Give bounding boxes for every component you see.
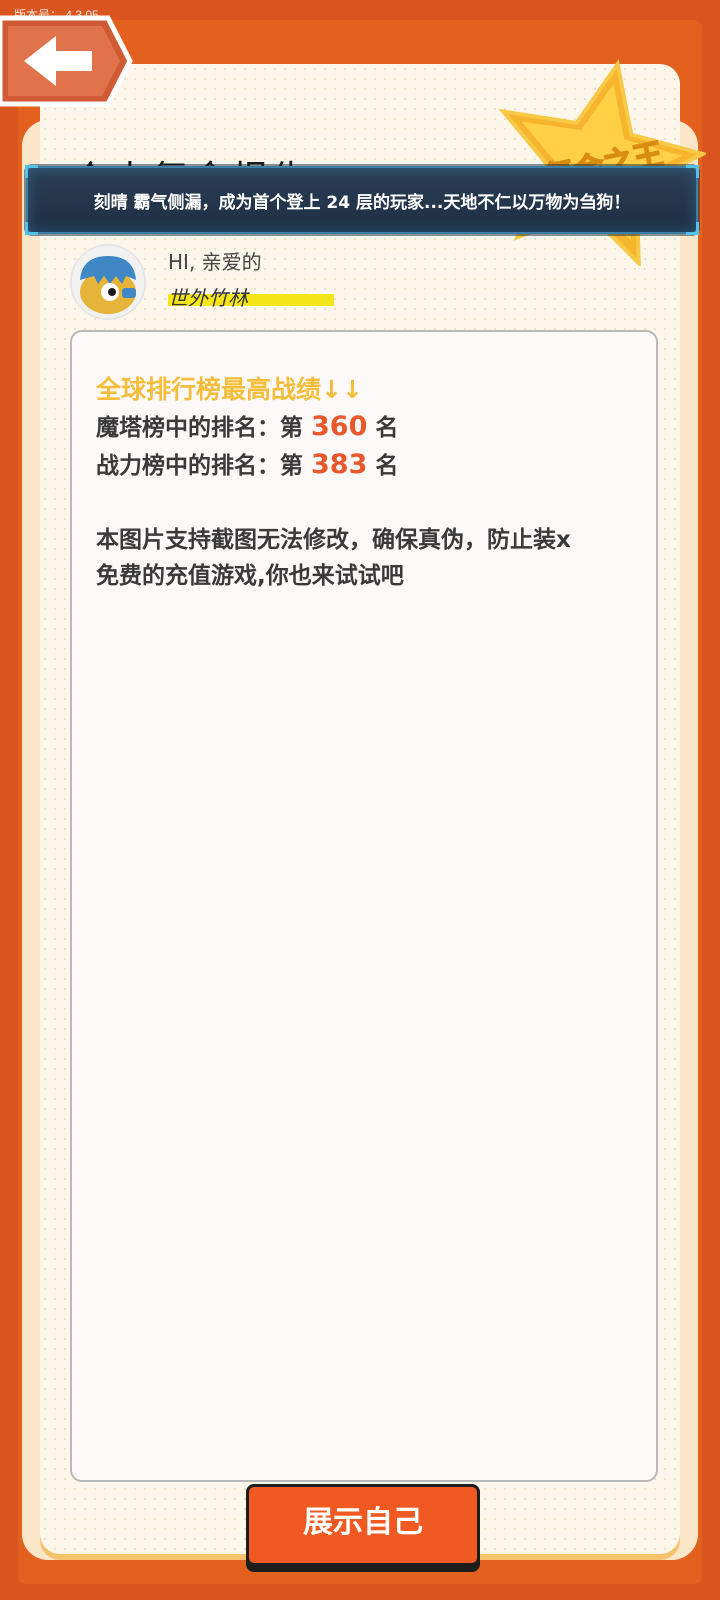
banner-message: 刻晴 霸气侧漏，成为首个登上 24 层的玩家...天地不仁以万物为刍狗！ [93, 192, 631, 213]
ranking-heading: 全球排行榜最高战绩↓↓ [96, 375, 363, 404]
announcement-banner: 刻晴 霸气侧漏，成为首个登上 24 层的玩家...天地不仁以万物为刍狗！ [25, 165, 699, 235]
notice-line: 免费的充值游戏,你也来试试吧 [96, 563, 404, 589]
cartoon-character-avatar [72, 246, 144, 318]
tower-rank-line: 魔塔榜中的排名：第 360 名 [96, 408, 398, 442]
arrow-left-icon [0, 15, 133, 107]
star-badge-icon: 氪金之王 [498, 59, 709, 268]
back-button[interactable] [0, 14, 134, 108]
star-badge: 氪金之王 [486, 56, 709, 268]
greeting-text: HI, 亲爱的 [168, 250, 262, 274]
power-rank-suffix: 名 [375, 453, 399, 479]
tower-rank-prefix: 魔塔榜中的排名：第 [96, 415, 303, 441]
banner-corner [686, 165, 699, 178]
report-card: 全球排行榜最高战绩↓↓ 魔塔榜中的排名：第 360 名 战力榜中的排名：第 383 名 … [70, 330, 658, 1482]
banner-corner [25, 222, 38, 235]
username: 世外竹林 [168, 286, 248, 310]
power-rank-line: 战力榜中的排名：第 383 名 [96, 446, 398, 480]
banner-corner [686, 222, 699, 235]
power-rank-value: 383 [311, 449, 368, 480]
notice-text: 本图片支持截图无法修改，确保真伪，防止装x 免费的充值游戏,你也来试试吧 [96, 522, 656, 594]
avatar [70, 244, 146, 320]
username-area: 世外竹林 [168, 282, 336, 310]
power-rank-prefix: 战力榜中的排名：第 [96, 453, 303, 479]
banner-corner [25, 165, 38, 178]
show-yourself-button[interactable]: 展示自己 [246, 1484, 480, 1566]
notice-line: 本图片支持截图无法修改，确保真伪，防止装x [96, 527, 571, 553]
tower-rank-value: 360 [311, 411, 368, 442]
tower-rank-suffix: 名 [375, 415, 399, 441]
